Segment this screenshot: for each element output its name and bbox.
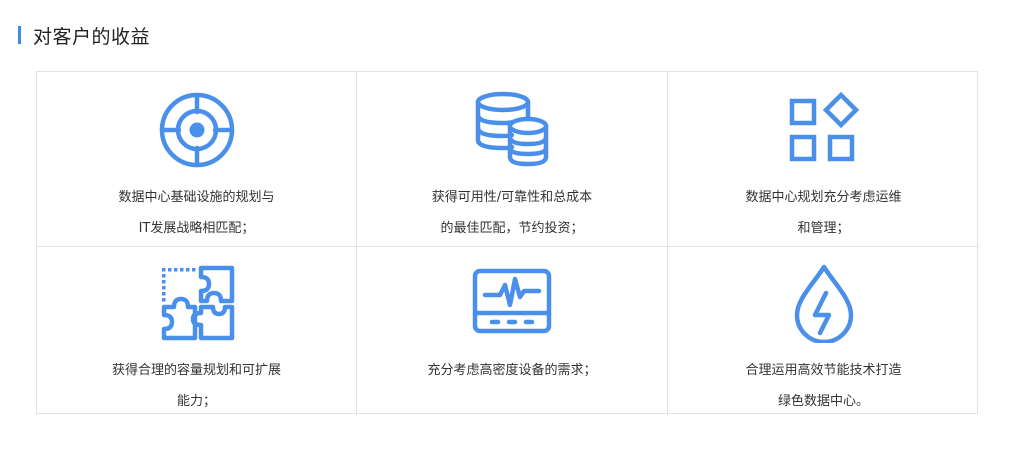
accent-bar	[18, 26, 21, 44]
puzzle-icon	[157, 263, 237, 343]
benefit-line: 数据中心基础设施的规划与	[118, 190, 275, 205]
benefit-line: 合理运用高效节能技术打造	[745, 363, 902, 378]
benefit-line: IT发展战略相匹配；	[138, 221, 255, 236]
benefit-card: 数据中心基础设施的规划与 IT发展战略相匹配；	[37, 72, 357, 247]
benefit-line: 获得可用性/可靠性和总成本	[431, 190, 593, 205]
benefits-grid: 数据中心基础设施的规划与 IT发展战略相匹配； 获得可用性/可靠性和总成本 的最…	[36, 71, 979, 415]
benefit-card: 合理运用高效节能技术打造 绿色数据中心。	[668, 247, 979, 415]
benefit-card: 充分考虑高密度设备的需求；	[357, 247, 668, 415]
section-title: 对客户的收益	[33, 25, 151, 48]
benefit-description: 获得合理的容量规划和可扩展 能力；	[112, 355, 281, 417]
grid-apps-icon	[784, 90, 864, 170]
benefit-line: 充分考虑高密度设备的需求；	[427, 363, 597, 378]
benefit-line: 数据中心规划充分考虑运维	[745, 190, 902, 205]
benefit-card: 数据中心规划充分考虑运维 和管理；	[668, 72, 979, 247]
target-icon	[157, 90, 237, 170]
benefit-card: 获得可用性/可靠性和总成本 的最佳匹配，节约投资；	[357, 72, 668, 247]
benefit-line: 的最佳匹配，节约投资；	[440, 221, 584, 236]
benefit-description: 充分考虑高密度设备的需求；	[427, 355, 596, 386]
benefit-description: 数据中心基础设施的规划与 IT发展战略相匹配；	[118, 182, 274, 244]
benefit-card: 获得合理的容量规划和可扩展 能力；	[37, 247, 357, 415]
benefit-line: 和管理；	[797, 221, 850, 236]
benefit-line: 能力；	[176, 394, 216, 409]
database-icon	[472, 90, 552, 170]
benefit-line: 绿色数据中心。	[777, 394, 869, 409]
benefit-line: 获得合理的容量规划和可扩展	[111, 363, 281, 378]
energy-drop-icon	[784, 263, 864, 343]
benefit-description: 获得可用性/可靠性和总成本 的最佳匹配，节约投资；	[432, 182, 592, 244]
section-header: 对客户的收益	[18, 24, 151, 48]
benefit-description: 合理运用高效节能技术打造 绿色数据中心。	[745, 355, 901, 417]
monitor-pulse-icon	[472, 263, 552, 343]
benefit-description: 数据中心规划充分考虑运维 和管理；	[745, 182, 901, 244]
